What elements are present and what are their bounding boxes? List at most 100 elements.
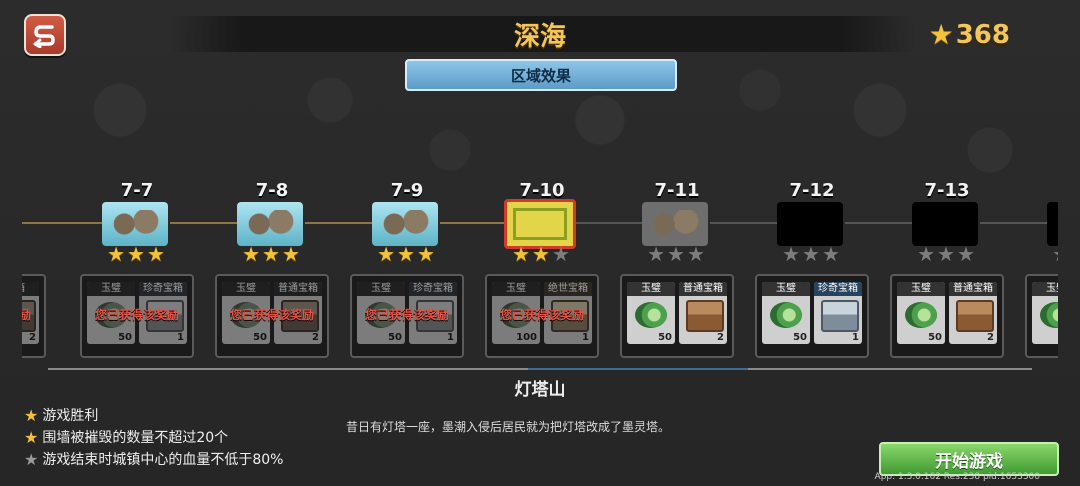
star-icon: ★ bbox=[377, 242, 398, 266]
level-stars: ★★★ bbox=[620, 244, 734, 264]
star-icon: ★ bbox=[686, 242, 707, 266]
level-thumbnail[interactable] bbox=[912, 202, 978, 246]
level-stars: ★★★ bbox=[22, 244, 46, 264]
level-thumbnail[interactable] bbox=[372, 202, 438, 246]
star-icon: ★ bbox=[24, 449, 39, 469]
map-rocks-icon bbox=[378, 210, 432, 238]
level-node-7-10[interactable]: 7-10 ★★★ 玉璧 100 绝世宝箱 1 您已获得该奖励 bbox=[485, 180, 599, 360]
level-thumbnail[interactable] bbox=[102, 202, 168, 246]
reward-count: 1 bbox=[852, 332, 859, 343]
star-icon: ★ bbox=[802, 242, 822, 266]
reward-panel[interactable]: 玉璧 50 普通宝箱 2 bbox=[890, 274, 1004, 358]
level-node-7-12[interactable]: 7-12 ★★★ 玉璧 50 珍奇宝箱 1 bbox=[755, 180, 869, 360]
level-node-7-9[interactable]: 7-9 ★★★ 玉璧 50 珍奇宝箱 1 您已获得该奖励 bbox=[350, 180, 464, 360]
reward-name: 珍奇宝箱 bbox=[409, 282, 457, 296]
reward-count: 2 bbox=[717, 332, 724, 343]
level-label: 7-11 bbox=[654, 180, 700, 201]
reward-item: 玉璧 bbox=[1032, 282, 1058, 344]
reward-panel[interactable]: 玉璧 bbox=[1025, 274, 1058, 358]
level-thumbnail[interactable] bbox=[777, 202, 843, 246]
star-condition: ★ 围墙被摧毁的数量不超过20个 bbox=[24, 426, 283, 448]
star-icon: ★ bbox=[262, 242, 282, 266]
level-node-7-8[interactable]: 7-8 ★★★ 玉璧 50 普通宝箱 2 您已获得该奖励 bbox=[215, 180, 329, 360]
reward-claimed-text: 您已获得该奖励 bbox=[499, 308, 584, 322]
level-node-7-13[interactable]: 7-13 ★★★ 玉璧 50 普通宝箱 2 bbox=[890, 180, 1004, 360]
map-rocks-icon bbox=[108, 210, 162, 238]
level-stars: ★★★ bbox=[215, 244, 329, 264]
level-stars: ★★★ bbox=[485, 244, 599, 264]
star-icon: ★ bbox=[24, 405, 39, 425]
star-icon: ★ bbox=[821, 242, 842, 266]
level-node-7-7[interactable]: 7-7 ★★★ 玉璧 50 珍奇宝箱 1 您已获得该奖励 bbox=[80, 180, 194, 360]
star-total-count: 368 bbox=[955, 19, 1010, 50]
reward-name: 玉璧 bbox=[627, 282, 675, 296]
level-stars: ★★★ bbox=[1025, 244, 1058, 264]
map-rocks-icon bbox=[243, 210, 297, 238]
level-node-7-14[interactable]: ★★★ 玉璧 bbox=[1025, 180, 1058, 360]
reward-panel[interactable]: 玉璧 50 珍奇宝箱 1 bbox=[755, 274, 869, 358]
star-icon: ★ bbox=[416, 242, 437, 266]
star-icon: ★ bbox=[24, 427, 39, 447]
level-description: 昔日有灯塔一座，墨潮入侵后居民就为把灯塔改成了墨灵塔。 bbox=[346, 420, 671, 434]
star-icon: ★ bbox=[667, 242, 687, 266]
chest-icon bbox=[821, 300, 859, 332]
chest-icon bbox=[686, 300, 724, 332]
reward-item: 普通宝箱 2 bbox=[679, 282, 727, 344]
reward-claimed-text: 奖励 bbox=[22, 308, 31, 322]
star-conditions: ★ 游戏胜利 ★ 围墙被摧毁的数量不超过20个 ★ 游戏结束时城镇中心的血量不低于80% bbox=[24, 404, 283, 470]
reward-name: 玉璧 bbox=[762, 282, 810, 296]
reward-count: 1 bbox=[582, 332, 589, 343]
reward-count: 50 bbox=[793, 332, 807, 343]
star-icon: ★ bbox=[397, 242, 417, 266]
level-thumbnail[interactable] bbox=[1047, 202, 1058, 246]
star-icon: ★ bbox=[242, 242, 263, 266]
reward-name: 普通宝箱 bbox=[949, 282, 997, 296]
reward-name: 玉璧 bbox=[87, 282, 135, 296]
level-label: 7-9 bbox=[390, 180, 424, 201]
reward-name: 玉璧 bbox=[357, 282, 405, 296]
version-info: App: 1.3.0.162 Res:238 pid:1653300 bbox=[874, 472, 1040, 482]
reward-item: 普通宝箱 2 bbox=[949, 282, 997, 344]
reward-panel[interactable]: 玉璧 50 珍奇宝箱 1 您已获得该奖励 bbox=[350, 274, 464, 358]
place-name: 灯塔山 bbox=[514, 380, 566, 400]
star-icon: ★ bbox=[928, 18, 954, 51]
star-icon: ★ bbox=[107, 242, 128, 266]
level-node-7-11[interactable]: 7-11 ★★★ 玉璧 50 普通宝箱 2 bbox=[620, 180, 734, 360]
star-icon: ★ bbox=[127, 242, 147, 266]
start-game-button[interactable]: 开始游戏 bbox=[879, 442, 1059, 476]
level-thumbnail[interactable] bbox=[642, 202, 708, 246]
condition-text: 围墙被摧毁的数量不超过20个 bbox=[42, 430, 229, 446]
star-icon: ★ bbox=[956, 242, 977, 266]
star-icon: ★ bbox=[647, 242, 668, 266]
reward-panel[interactable]: 玉璧 100 绝世宝箱 1 您已获得该奖励 bbox=[485, 274, 599, 358]
level-stars: ★★★ bbox=[350, 244, 464, 264]
star-icon: ★ bbox=[281, 242, 302, 266]
reward-panel[interactable]: 玉璧 50 普通宝箱 2 您已获得该奖励 bbox=[215, 274, 329, 358]
level-label: 7-10 bbox=[519, 180, 565, 201]
reward-count: 50 bbox=[658, 332, 672, 343]
reward-claimed-text: 您已获得该奖励 bbox=[364, 308, 449, 322]
level-node-7-6[interactable]: ★★★ 宝箱 2 奖励 bbox=[22, 180, 46, 360]
star-icon: ★ bbox=[146, 242, 167, 266]
star-icon: ★ bbox=[917, 242, 938, 266]
jade-icon bbox=[770, 302, 802, 328]
level-label: 7-13 bbox=[924, 180, 970, 201]
level-thumbnail[interactable] bbox=[237, 202, 303, 246]
map-rocks-icon bbox=[648, 210, 702, 238]
divider bbox=[48, 368, 1032, 370]
reward-claimed-text: 您已获得该奖励 bbox=[94, 308, 179, 322]
reward-count: 50 bbox=[118, 332, 132, 343]
reward-count: 50 bbox=[928, 332, 942, 343]
reward-count: 2 bbox=[29, 332, 36, 343]
reward-panel[interactable]: 玉璧 50 普通宝箱 2 bbox=[620, 274, 734, 358]
reward-panel[interactable]: 玉璧 50 珍奇宝箱 1 您已获得该奖励 bbox=[80, 274, 194, 358]
reward-name: 宝箱 bbox=[22, 282, 39, 296]
reward-count: 2 bbox=[987, 332, 994, 343]
reward-count: 2 bbox=[312, 332, 319, 343]
region-effect-button[interactable]: 区域效果 bbox=[405, 59, 677, 91]
level-track[interactable]: ★★★宝箱2奖励7-7★★★玉璧50珍奇宝箱1您已获得该奖励7-8★★★玉璧50… bbox=[22, 180, 1058, 360]
jade-icon bbox=[635, 302, 667, 328]
condition-text: 游戏胜利 bbox=[42, 408, 99, 424]
reward-panel[interactable]: 宝箱 2 奖励 bbox=[22, 274, 46, 358]
star-icon: ★ bbox=[1052, 242, 1058, 266]
